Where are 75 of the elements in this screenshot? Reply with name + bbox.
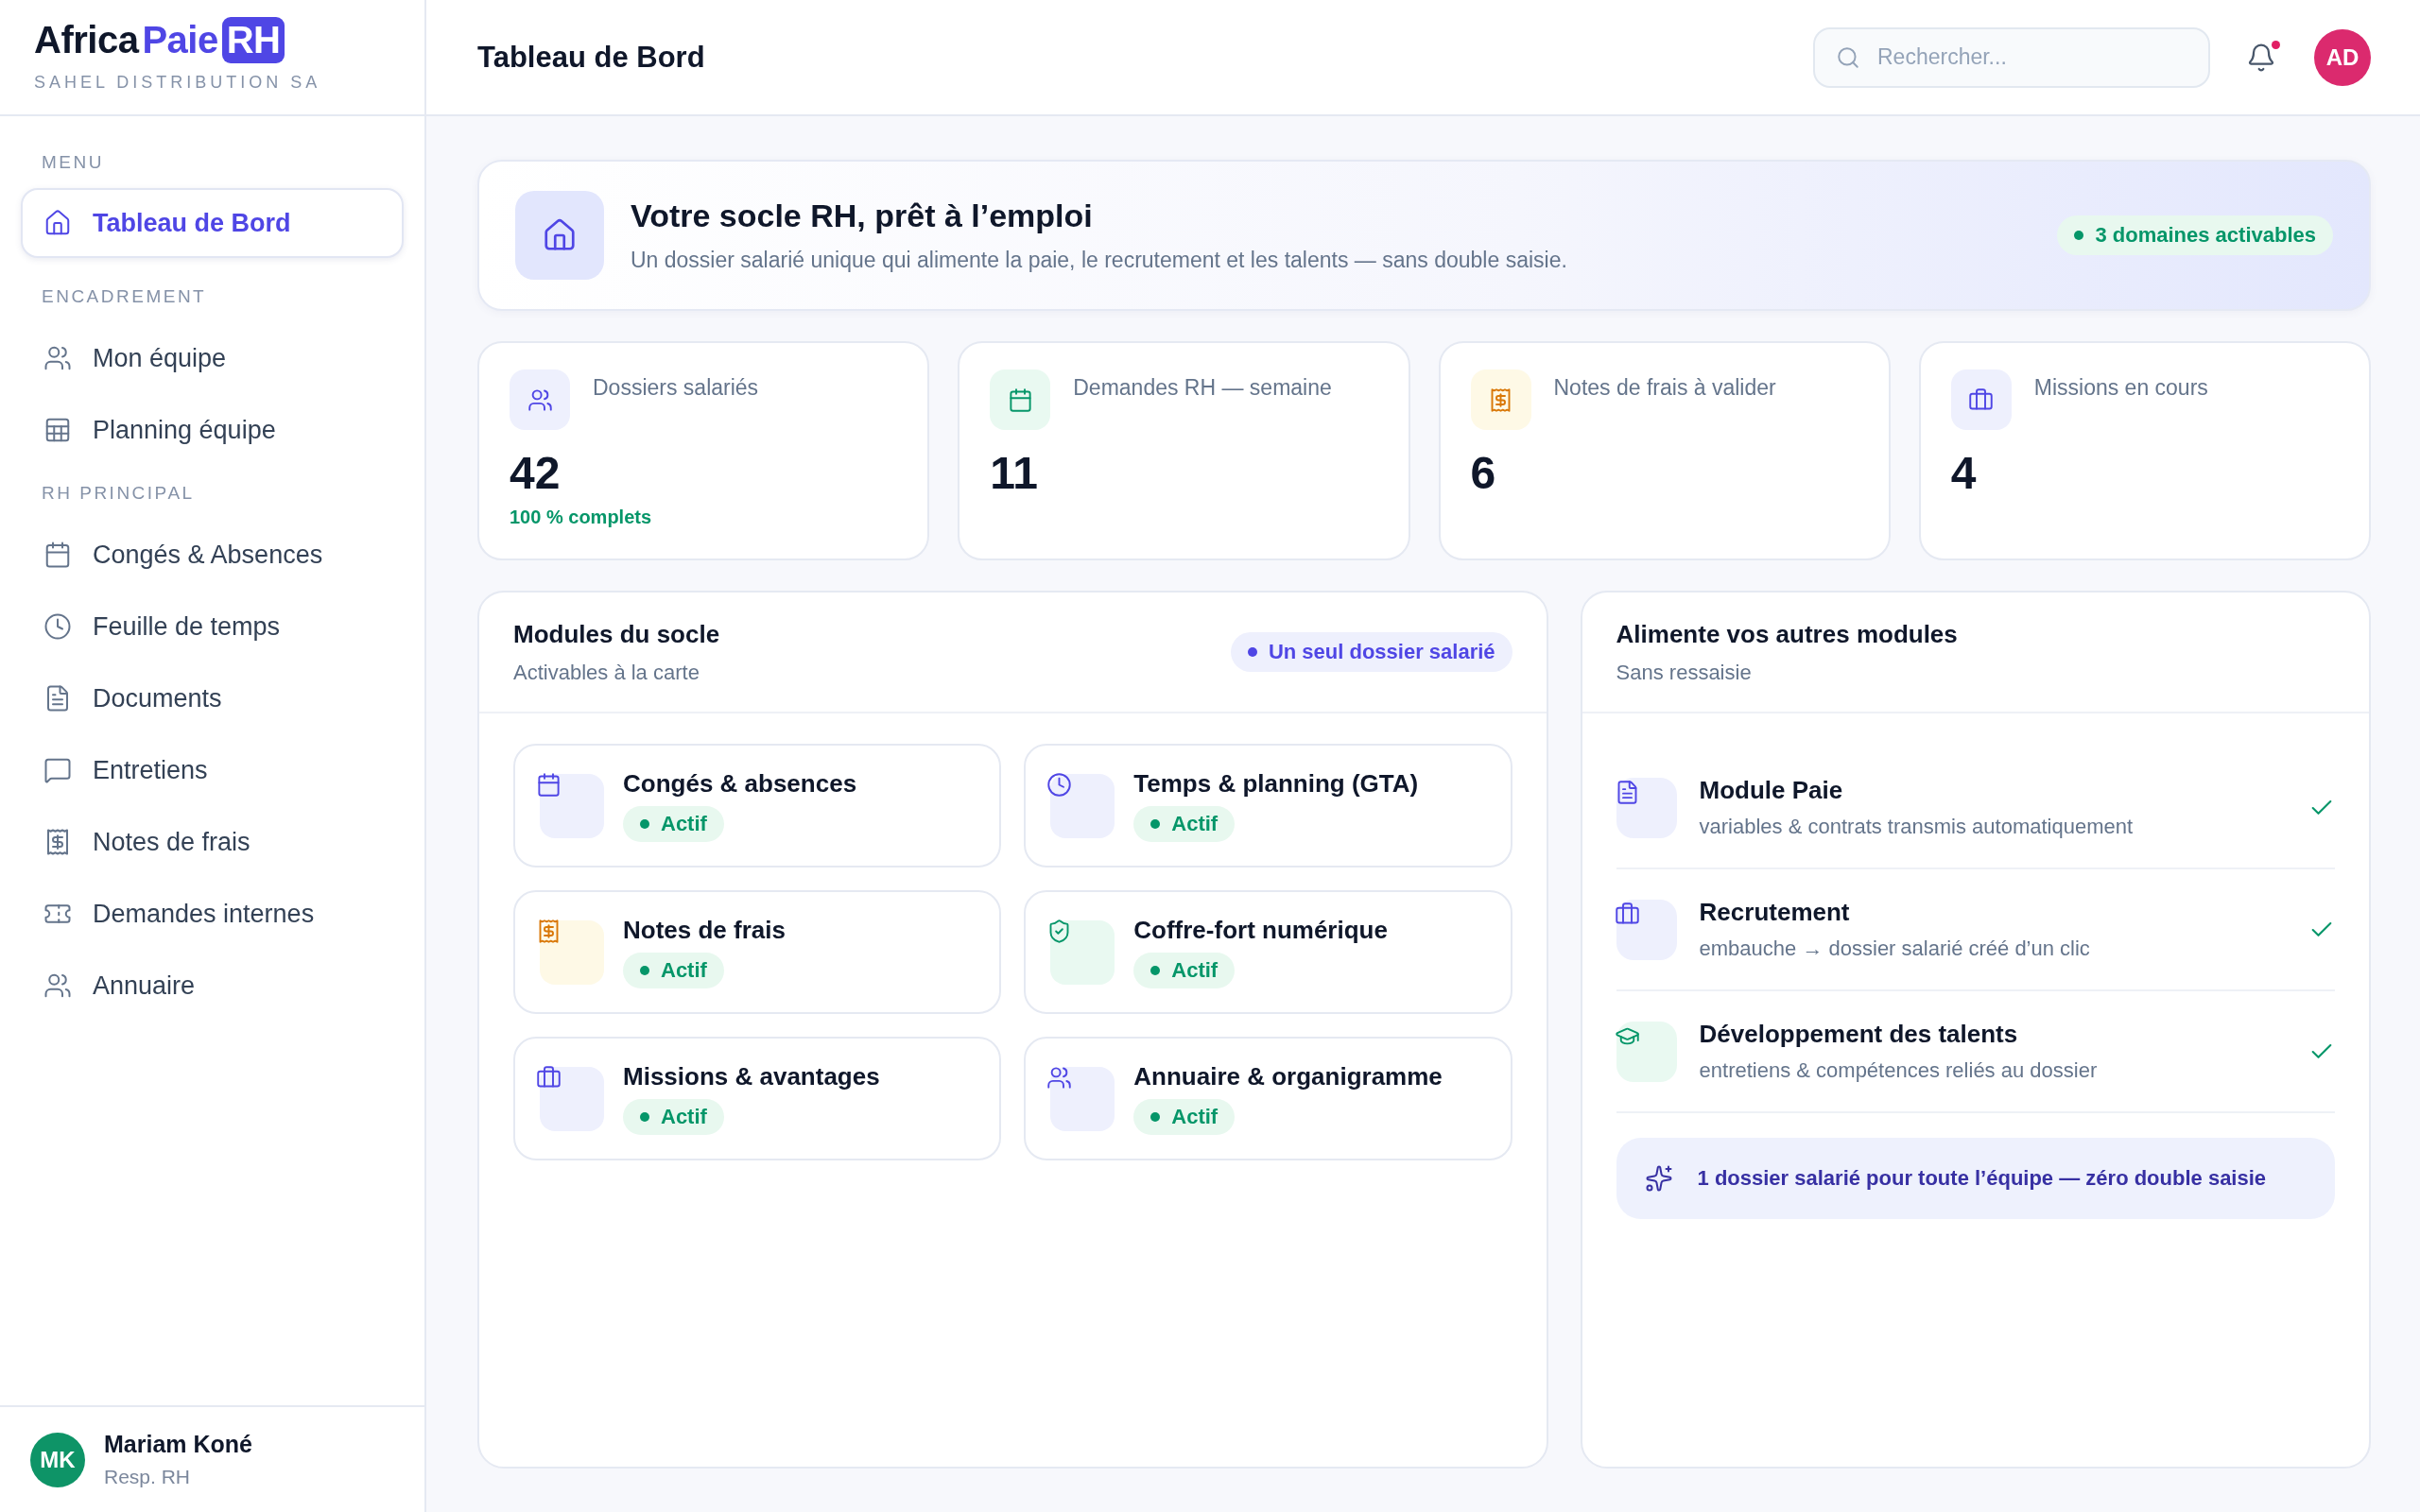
feed-title: Recrutement bbox=[1699, 898, 1851, 927]
status-badge: Actif bbox=[623, 953, 724, 988]
sparkles-icon bbox=[1644, 1164, 1673, 1193]
nav-item[interactable]: Congés & Absences bbox=[21, 519, 404, 591]
company-name: SAHEL DISTRIBUTION SA bbox=[34, 73, 322, 93]
user-role: Resp. RH bbox=[104, 1466, 192, 1488]
module-title: Missions & avantages bbox=[623, 1062, 880, 1091]
status-badge: Actif bbox=[623, 806, 724, 842]
domains-badge: 3 domaines activables bbox=[2057, 215, 2333, 255]
panel-title: Alimente vos autres modules bbox=[1616, 619, 1958, 649]
nav-icon bbox=[43, 416, 72, 444]
nav-item[interactable]: Notes de frais bbox=[21, 806, 404, 878]
nav-item[interactable]: Mon équipe bbox=[21, 322, 404, 394]
callout-text: 1 dossier salarié pour toute l’équipe — zéro double saisie bbox=[1697, 1166, 2267, 1191]
stat-value: 11 bbox=[990, 447, 1039, 499]
nav-section-title: RH PRINCIPAL bbox=[41, 482, 196, 505]
panel-subtitle: Sans ressaisie bbox=[1616, 660, 1753, 685]
nav-section-title: MENU bbox=[41, 151, 105, 174]
stat-value: 4 bbox=[1950, 447, 1978, 499]
status-badge: Actif bbox=[1133, 953, 1236, 988]
home-icon bbox=[515, 191, 604, 280]
module-title: Temps & planning (GTA) bbox=[1133, 769, 1419, 799]
nav-section-title: ENCADREMENT bbox=[41, 285, 208, 308]
panel-title: Modules du socle bbox=[513, 619, 720, 649]
nav-icon bbox=[43, 756, 72, 784]
status-badge: Actif bbox=[1133, 1099, 1236, 1135]
nav-icon bbox=[43, 344, 72, 372]
profile-avatar[interactable]: AD bbox=[2314, 28, 2371, 86]
search-field[interactable]: Rechercher... bbox=[1813, 26, 2210, 88]
search-icon bbox=[1836, 44, 1860, 70]
module-card[interactable]: Coffre-fort numérique Actif bbox=[1024, 890, 1512, 1014]
feed-title: Développement des talents bbox=[1699, 1020, 2019, 1049]
feed-description: variables & contrats transmis automatiquement bbox=[1699, 815, 2134, 839]
module-card[interactable]: Notes de frais Actif bbox=[513, 890, 1002, 1014]
stat-label: Dossiers salariés bbox=[593, 375, 759, 401]
stat-value: 42 bbox=[510, 447, 562, 499]
nav-icon bbox=[43, 541, 72, 569]
nav-icon bbox=[43, 612, 72, 641]
nav-item[interactable]: Documents bbox=[21, 662, 404, 734]
logo-text: Africa bbox=[34, 19, 139, 61]
user-avatar: MK bbox=[30, 1432, 85, 1487]
hero-subtitle: Un dossier salarié unique qui alimente la paie, le recrutement et les talents — sans double saisie. bbox=[631, 248, 1568, 273]
nav-item[interactable]: Entretiens bbox=[21, 734, 404, 806]
stat-label: Notes de frais à valider bbox=[1553, 375, 1776, 401]
page-title: Tableau de Bord bbox=[477, 40, 706, 75]
stat-note: 100 % complets bbox=[510, 507, 653, 528]
module-title: Notes de frais bbox=[623, 916, 786, 945]
module-title: Annuaire & organigramme bbox=[1133, 1062, 1443, 1091]
nav-item[interactable]: Feuille de temps bbox=[21, 591, 404, 662]
stat-label: Demandes RH — semaine bbox=[1073, 375, 1332, 401]
module-card[interactable]: Missions & avantages Actif bbox=[513, 1037, 1002, 1160]
stat-value: 6 bbox=[1470, 447, 1497, 499]
nav-item[interactable]: Planning équipe bbox=[21, 394, 404, 466]
module-card[interactable]: Temps & planning (GTA) Actif bbox=[1024, 744, 1512, 868]
module-card[interactable]: Annuaire & organigramme Actif bbox=[1024, 1037, 1512, 1160]
module-title: Coffre-fort numérique bbox=[1133, 916, 1388, 945]
panel-subtitle: Activables à la carte bbox=[513, 660, 700, 685]
feed-description: embauche → dossier salarié créé d’un clic bbox=[1699, 936, 2090, 961]
module-card[interactable]: Congés & absences Actif bbox=[513, 744, 1002, 868]
user-name: Mariam Koné bbox=[104, 1431, 252, 1458]
feed-title: Module Paie bbox=[1699, 776, 1844, 805]
nav-icon bbox=[43, 209, 72, 237]
stat-label: Missions en cours bbox=[2033, 375, 2208, 401]
logo-badge: RH bbox=[221, 17, 285, 63]
nav-item[interactable]: Tableau de Bord bbox=[21, 188, 404, 258]
status-badge: Actif bbox=[623, 1099, 724, 1135]
status-badge: Actif bbox=[1133, 806, 1236, 842]
module-title: Congés & absences bbox=[623, 769, 857, 799]
nav-item[interactable]: Annuaire bbox=[21, 950, 404, 1022]
logo-text: Paie bbox=[142, 19, 218, 61]
nav-icon bbox=[43, 971, 72, 1000]
nav-item[interactable]: Demandes internes bbox=[21, 878, 404, 950]
feed-description: entretiens & compétences reliés au dossier bbox=[1699, 1058, 2098, 1083]
hero-title: Votre socle RH, prêt à l’emploi bbox=[631, 198, 1094, 234]
dossier-badge: Un seul dossier salarié bbox=[1230, 632, 1512, 672]
